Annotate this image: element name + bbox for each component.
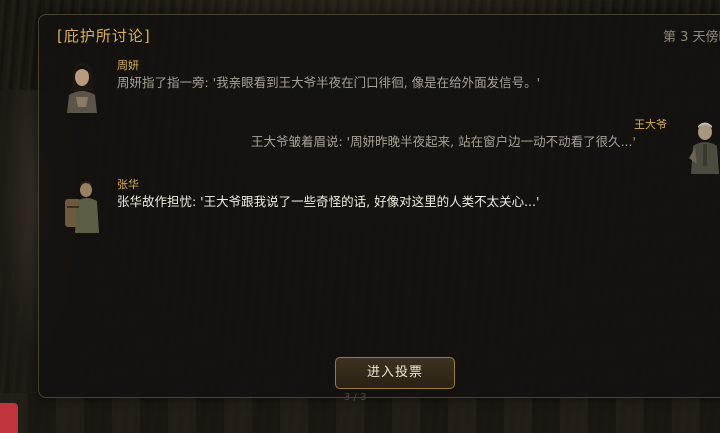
speaker-name: 周妍 [117, 59, 139, 72]
speaker-name: 王大爷 [634, 118, 667, 131]
enter-vote-button[interactable]: 进入投票 [335, 357, 455, 389]
speaker-name: 张华 [117, 178, 139, 191]
woman-portrait-icon [67, 63, 97, 113]
page-indicator: 3 / 3 [344, 392, 367, 403]
side-tab[interactable] [0, 403, 18, 433]
day-label: 第 3 天傍晚 [663, 30, 720, 45]
game-screen: [庇护所讨论] 第 3 天傍晚 周妍 周妍指了指一旁: '我亲眼看到王大爷半夜在… [0, 0, 720, 433]
panel-title: [庇护所讨论] [57, 27, 151, 45]
man-with-backpack-portrait-icon [65, 181, 99, 233]
discussion-panel: [庇护所讨论] 第 3 天傍晚 周妍 周妍指了指一旁: '我亲眼看到王大爷半夜在… [38, 14, 720, 398]
message-text: 周妍指了指一旁: '我亲眼看到王大爷半夜在门口徘徊, 像是在给外面发信号。' [117, 75, 541, 90]
old-man-portrait-icon [689, 122, 719, 174]
message-text: 王大爷皱着眉说: '周妍昨晚半夜起来, 站在窗户边一动不动看了很久...' [251, 134, 636, 149]
message-text: 张华故作担忧: '王大爷跟我说了一些奇怪的话, 好像对这里的人类不太关心...' [117, 194, 540, 209]
